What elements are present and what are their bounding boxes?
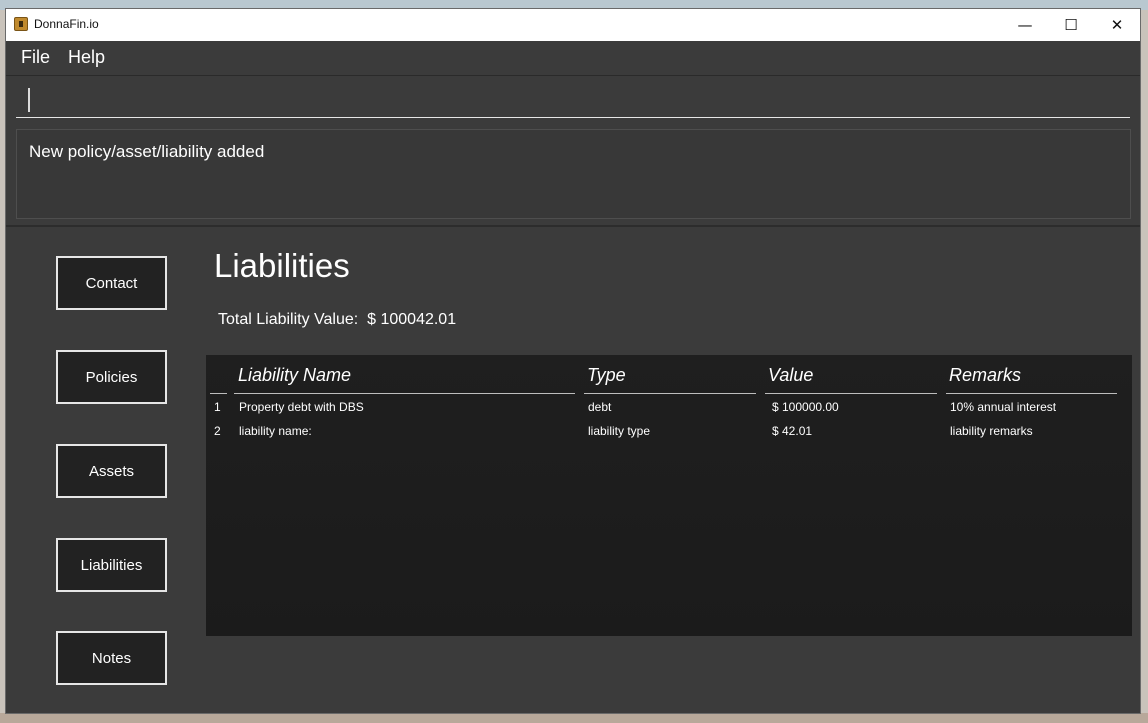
page-title: Liabilities [214,247,350,284]
cell-type[interactable]: debt [588,400,611,414]
liabilities-table[interactable]: Liability Name Type Value Remarks 1 Prop… [206,355,1132,636]
cell-liability-name[interactable]: liability name: [239,424,312,438]
nav-liabilities-button[interactable]: Liabilities [56,538,167,592]
nav-assets-button[interactable]: Assets [56,444,167,498]
header-underline [765,393,937,394]
cell-remarks[interactable]: liability remarks [950,424,1033,438]
header-remarks[interactable]: Remarks [949,365,1021,386]
divider [6,225,1140,227]
close-button[interactable]: ✕ [1094,9,1140,41]
menu-file[interactable]: File [21,47,50,68]
total-liability: Total Liability Value: $ 100042.01 [218,311,456,329]
nav-contact-button[interactable]: Contact [56,256,167,310]
command-box [6,76,1140,124]
desktop-background-bottom [0,713,1148,723]
menu-help[interactable]: Help [68,47,105,68]
result-message: New policy/asset/liability added [29,142,265,161]
header-underline [946,393,1117,394]
result-display: New policy/asset/liability added [16,129,1131,219]
app-icon [14,17,28,31]
header-underline [234,393,575,394]
window-title: DonnaFin.io [34,17,99,31]
command-input[interactable] [16,82,1130,118]
maximize-button[interactable]: ☐ [1048,9,1094,41]
nav-notes-button[interactable]: Notes [56,631,167,685]
header-liability-name[interactable]: Liability Name [238,365,351,386]
total-label: Total Liability Value: [218,311,359,328]
cell-liability-name[interactable]: Property debt with DBS [239,400,364,414]
total-value: $ 100042.01 [367,311,457,328]
minimize-button[interactable]: — [1002,9,1048,41]
index-column-header-line [210,393,227,394]
title-bar: DonnaFin.io — ☐ ✕ [6,9,1140,41]
cell-remarks[interactable]: 10% annual interest [950,400,1056,414]
cell-value[interactable]: $ 100000.00 [772,400,839,414]
header-type[interactable]: Type [587,365,626,386]
menu-bar: File Help [6,41,1140,76]
cell-type[interactable]: liability type [588,424,650,438]
header-underline [584,393,756,394]
cell-value[interactable]: $ 42.01 [772,424,812,438]
app-window: DonnaFin.io — ☐ ✕ File Help New policy/a… [5,8,1141,714]
header-value[interactable]: Value [768,365,813,386]
row-index: 1 [214,400,221,414]
text-caret [28,88,30,112]
row-index: 2 [214,424,221,438]
nav-policies-button[interactable]: Policies [56,350,167,404]
